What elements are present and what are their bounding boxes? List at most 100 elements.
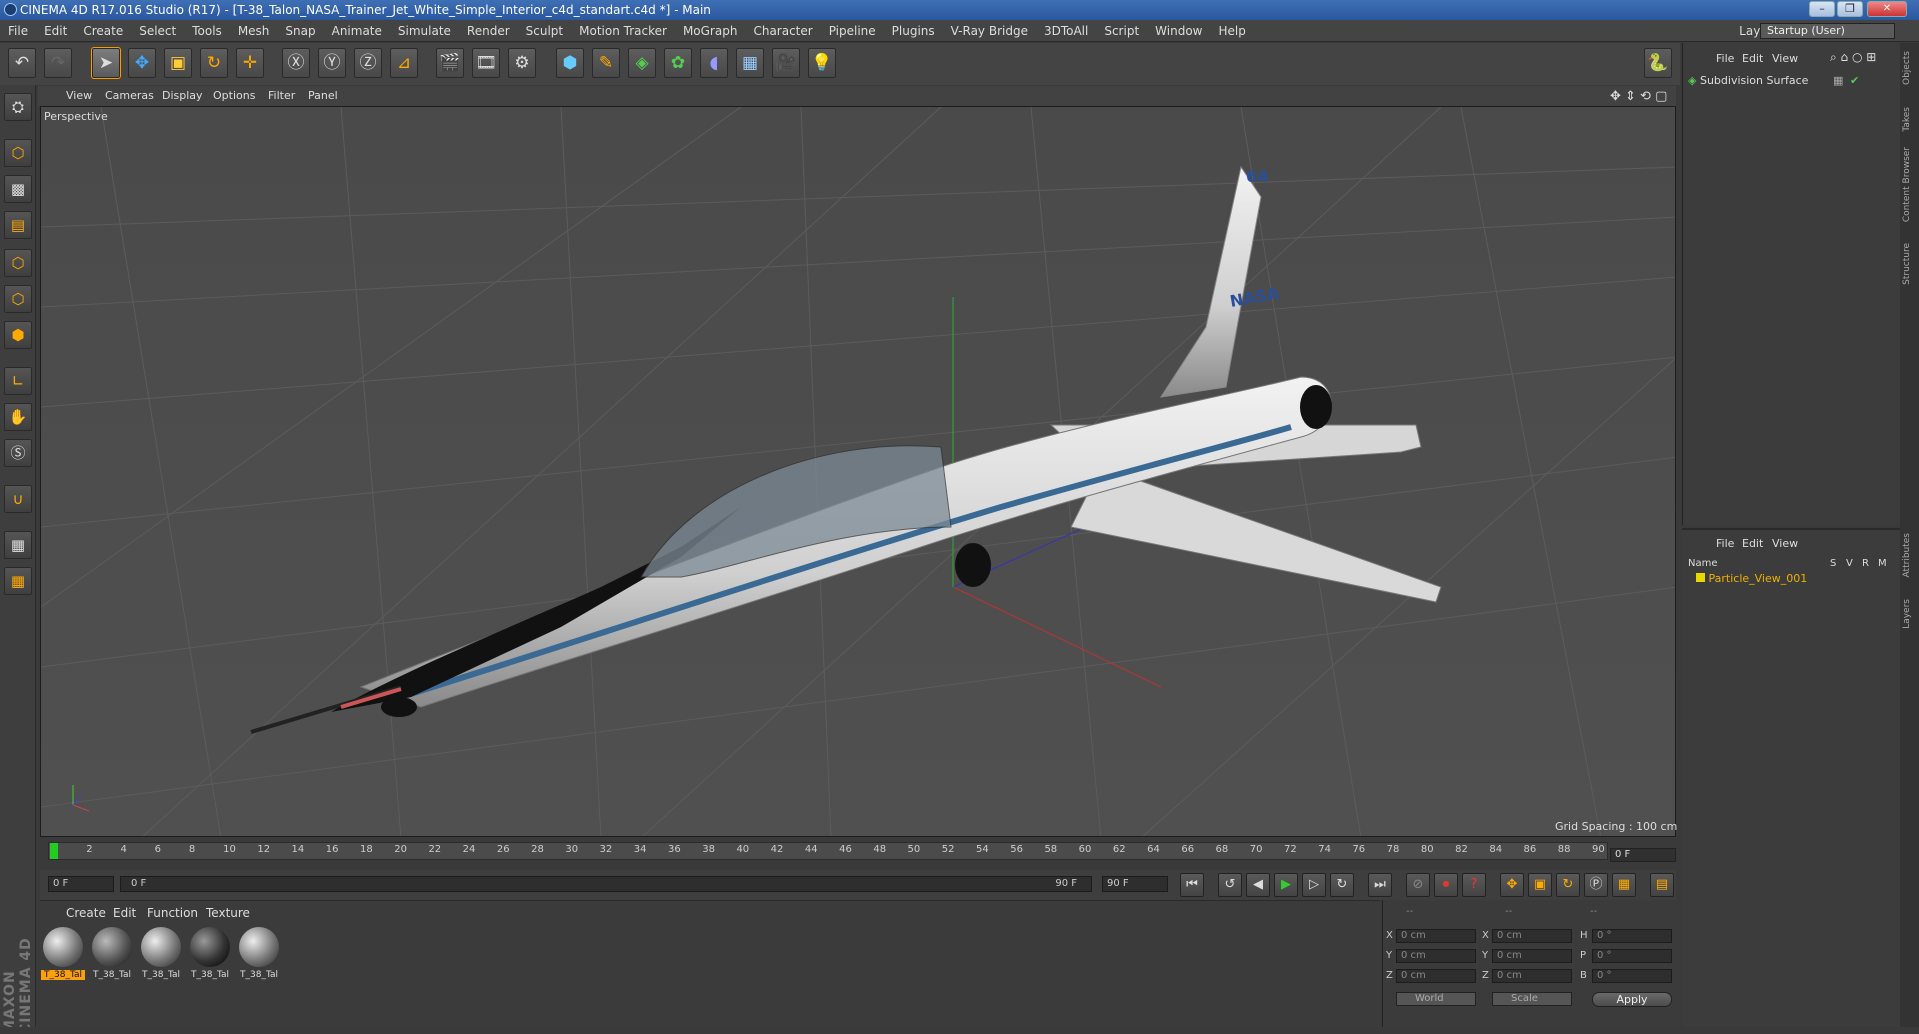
material-swatch[interactable]: T_38_Tal: [90, 925, 134, 985]
menu-mesh[interactable]: Mesh: [230, 20, 278, 42]
menu-plugins[interactable]: Plugins: [884, 20, 943, 42]
size-z-field[interactable]: 0 cm: [1492, 969, 1572, 983]
tab-layers[interactable]: Layers: [1902, 599, 1917, 629]
material-swatch[interactable]: T_38_Tal: [188, 925, 232, 985]
material-swatch[interactable]: T_38_Tal: [237, 925, 281, 985]
rotation-b-field[interactable]: 0 °: [1592, 969, 1672, 983]
render-view-icon[interactable]: 🎬: [436, 48, 464, 78]
size-mode-select[interactable]: Scale: [1492, 992, 1572, 1006]
axis-mode-icon[interactable]: ∟: [4, 367, 32, 395]
menu-file[interactable]: File: [0, 20, 36, 42]
snap-icon[interactable]: Ⓢ: [4, 439, 32, 467]
x-axis-icon[interactable]: Ⓧ: [282, 48, 310, 78]
texture-mode-icon[interactable]: ▩: [4, 175, 32, 203]
rotation-h-field[interactable]: 0 °: [1592, 929, 1672, 943]
planar-workplane-icon[interactable]: ▦: [4, 567, 32, 595]
tab-content-browser[interactable]: Content Browser: [1902, 147, 1917, 222]
redo-icon[interactable]: ↷: [44, 48, 72, 78]
vp-menu-cameras[interactable]: Cameras: [105, 89, 154, 102]
key-parameter-icon[interactable]: Ⓟ: [1584, 873, 1608, 897]
go-to-start-icon[interactable]: ⏮: [1180, 873, 1204, 897]
size-x-field[interactable]: 0 cm: [1492, 929, 1572, 943]
start-frame-field[interactable]: 0 F: [48, 876, 114, 892]
subdivision-icon[interactable]: ◈: [628, 48, 656, 78]
key-position-icon[interactable]: ✥: [1500, 873, 1524, 897]
play-icon[interactable]: ▶: [1274, 873, 1298, 897]
obj-menu-edit[interactable]: Edit: [1742, 52, 1763, 65]
coordinate-system-icon[interactable]: ⊿: [390, 48, 418, 78]
maximize-button[interactable]: ❐: [1837, 1, 1863, 17]
python-icon[interactable]: 🐍: [1644, 48, 1672, 78]
spline-pen-icon[interactable]: ✎: [592, 48, 620, 78]
previous-frame-icon[interactable]: ◀: [1246, 873, 1270, 897]
cube-primitive-icon[interactable]: ⬢: [556, 48, 584, 78]
coordinate-space-select[interactable]: World: [1396, 992, 1476, 1006]
floor-environment-icon[interactable]: ▦: [736, 48, 764, 78]
select-tool-icon[interactable]: ➤: [91, 47, 121, 79]
menu-snap[interactable]: Snap: [277, 20, 323, 42]
vp-menu-options[interactable]: Options: [213, 89, 255, 102]
mat-menu-create[interactable]: Create: [66, 906, 106, 920]
record-keys-icon[interactable]: ⊘: [1406, 873, 1430, 897]
y-axis-icon[interactable]: Ⓨ: [318, 48, 346, 78]
minimize-button[interactable]: –: [1809, 1, 1835, 17]
menu-character[interactable]: Character: [745, 20, 820, 42]
scale-tool-icon[interactable]: ▣: [164, 48, 192, 78]
object-enabled-icon[interactable]: ✔: [1850, 74, 1859, 87]
layout-select[interactable]: Startup (User): [1760, 23, 1895, 39]
material-swatch[interactable]: T_38_Tal: [139, 925, 183, 985]
timeline-playhead[interactable]: [50, 843, 58, 859]
next-frame-icon[interactable]: ▷: [1302, 873, 1326, 897]
menu-pipeline[interactable]: Pipeline: [821, 20, 884, 42]
workplane-icon[interactable]: ▤: [4, 211, 32, 239]
mat-menu-texture[interactable]: Texture: [206, 906, 250, 920]
mograph-cloner-icon[interactable]: ✿: [664, 48, 692, 78]
key-scale-icon[interactable]: ▣: [1528, 873, 1552, 897]
rotate-tool-icon[interactable]: ↻: [200, 48, 228, 78]
current-frame-field[interactable]: 0 F: [1610, 848, 1676, 862]
previous-key-icon[interactable]: ↺: [1218, 873, 1242, 897]
next-key-icon[interactable]: ↻: [1330, 873, 1354, 897]
menu-window[interactable]: Window: [1147, 20, 1210, 42]
position-y-field[interactable]: 0 cm: [1396, 949, 1476, 963]
key-pla-icon[interactable]: ▦: [1612, 873, 1636, 897]
mat-menu-function[interactable]: Function: [147, 906, 198, 920]
z-axis-icon[interactable]: Ⓩ: [354, 48, 382, 78]
mat-menu-edit[interactable]: Edit: [113, 906, 136, 920]
end-frame-field[interactable]: 90 F: [1102, 876, 1168, 892]
edges-mode-icon[interactable]: ⬡: [4, 285, 32, 313]
menu-create[interactable]: Create: [75, 20, 131, 42]
vp-menu-panel[interactable]: Panel: [308, 89, 338, 102]
light-icon[interactable]: 💡: [808, 48, 836, 78]
points-mode-icon[interactable]: ⬡: [4, 249, 32, 277]
render-picture-viewer-icon[interactable]: 🎞: [472, 48, 500, 78]
menu-render[interactable]: Render: [459, 20, 518, 42]
rotation-p-field[interactable]: 0 °: [1592, 949, 1672, 963]
polygons-mode-icon[interactable]: ⬢: [4, 321, 32, 349]
undo-icon[interactable]: ↶: [8, 48, 36, 78]
lock-workplane-icon[interactable]: ▦: [4, 531, 32, 559]
obj-search-icon[interactable]: ⌕ ⌂ ○ ⊞: [1830, 50, 1876, 65]
tab-takes[interactable]: Takes: [1902, 107, 1917, 132]
vp-menu-display[interactable]: Display: [162, 89, 203, 102]
tab-attributes[interactable]: Attributes: [1902, 533, 1917, 577]
render-settings-icon[interactable]: ⚙: [508, 48, 536, 78]
layer-menu-view[interactable]: View: [1772, 537, 1798, 550]
make-editable-icon[interactable]: ⛭: [4, 93, 32, 121]
position-z-field[interactable]: 0 cm: [1396, 969, 1476, 983]
tab-objects[interactable]: Objects: [1902, 51, 1917, 85]
key-rotation-icon[interactable]: ↻: [1556, 873, 1580, 897]
size-y-field[interactable]: 0 cm: [1492, 949, 1572, 963]
object-visibility-icon[interactable]: ▦: [1833, 74, 1843, 87]
go-to-end-icon[interactable]: ⏭: [1368, 873, 1392, 897]
menu-select[interactable]: Select: [131, 20, 184, 42]
viewport-nav-icons[interactable]: ✥ ⇕ ⟲ ▢: [1610, 89, 1667, 104]
apply-button[interactable]: Apply: [1592, 992, 1672, 1007]
auto-keying-icon[interactable]: ⏺: [1434, 873, 1458, 897]
menu-3dtoall[interactable]: 3DToAll: [1036, 20, 1096, 42]
tweak-mode-icon[interactable]: ✋: [4, 403, 32, 431]
close-button[interactable]: ✕: [1867, 1, 1907, 17]
position-x-field[interactable]: 0 cm: [1396, 929, 1476, 943]
tab-structure[interactable]: Structure: [1902, 243, 1917, 285]
object-row[interactable]: ◈ Subdivision Surface ▦ ✔: [1688, 74, 1898, 90]
